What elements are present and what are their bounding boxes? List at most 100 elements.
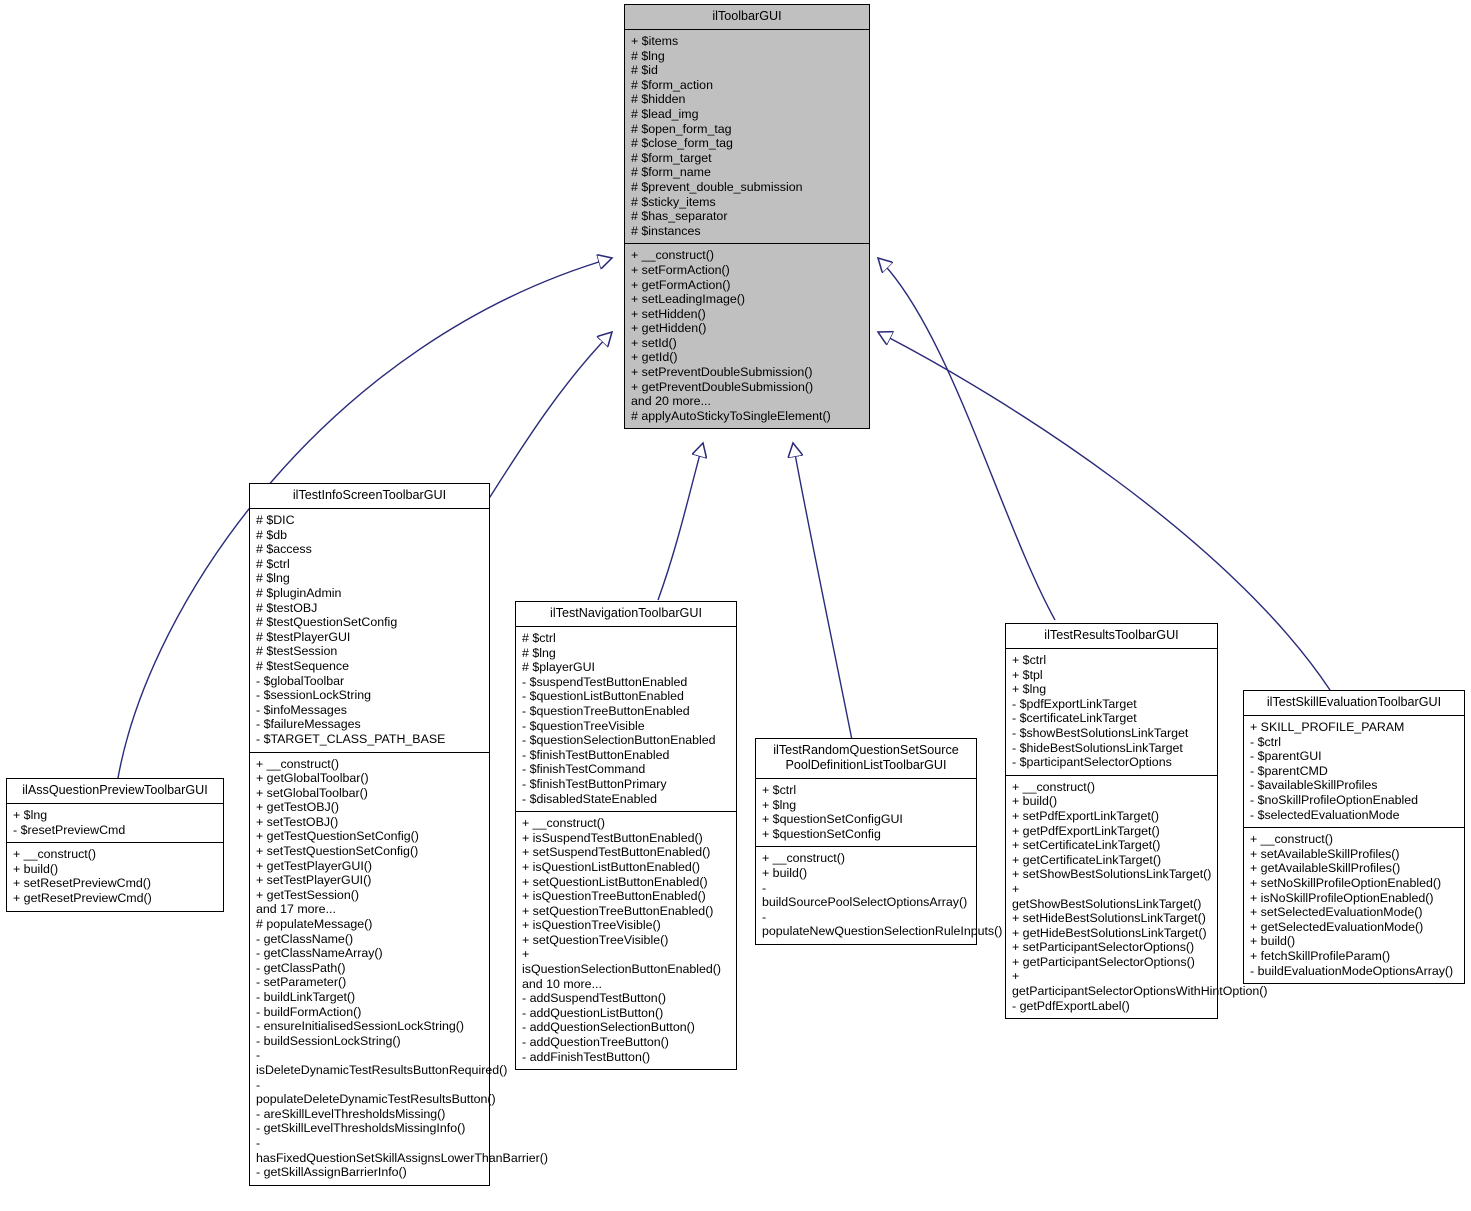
uml-diagram-canvas: ilToolbarGUI + $items # $lng # $id # $form_…	[0, 0, 1471, 1211]
class-box-iltestskillevaluationtoolbargui[interactable]: ilTestSkillEvaluationToolbarGUI + SKILL_…	[1243, 690, 1465, 985]
class-member: # $testSession	[256, 644, 338, 659]
class-member: + __construct()	[762, 851, 845, 866]
class-member: # $lead_img	[631, 106, 699, 121]
class-member: + setHideBestSolutionsLinkTarget()	[1012, 911, 1206, 926]
class-box-iltestinfoscreentoolbargui[interactable]: ilTestInfoScreenToolbarGUI # $DIC # $db # …	[249, 483, 548, 1186]
class-member: + setFormAction()	[631, 262, 730, 277]
class-member: + setCertificateLinkTarget()	[1012, 838, 1161, 853]
class-member: + getShowBestSolutionsLinkTarget()	[1012, 881, 1202, 911]
class-member: + getHideBestSolutionsLinkTarget()	[1012, 925, 1207, 940]
class-box-ilassquestionpreviewtoolbargui[interactable]: ilAssQuestionPreviewToolbarGUI + $lng - $…	[6, 778, 224, 912]
class-title: ilTestRandomQuestionSetSource PoolDefini…	[756, 739, 976, 779]
class-member: + getPreventDoubleSubmission()	[631, 379, 814, 394]
class-member: + setPreventDoubleSubmission()	[631, 365, 813, 380]
attribute-list: + SKILL_PROFILE_PARAM - $ctrl - $parentGUI…	[1250, 720, 1459, 822]
method-list: + __construct() + setAvailableSkillProfil…	[1250, 832, 1459, 978]
class-member: - areSkillLevelThresholdsMissing()	[256, 1106, 446, 1121]
attribute-list: + $lng - $resetPreviewCmd	[13, 808, 218, 837]
class-member: - $pdfExportLinkTarget	[1012, 696, 1137, 711]
class-member: + $questionSetConfig	[762, 826, 881, 841]
class-box-iltestnavigationtoolbargui[interactable]: ilTestNavigationToolbarGUI # $ctrl # $lng…	[515, 601, 737, 1071]
method-list: + __construct() + build() - buildSourcePoo…	[762, 851, 1002, 939]
class-member: - $showBestSolutionsLinkTarget	[1012, 725, 1189, 740]
class-member: and 17 more...	[256, 902, 336, 917]
class-member: # $sticky_items	[631, 194, 716, 209]
class-member: # $open_form_tag	[631, 121, 732, 136]
class-member: + build()	[13, 861, 59, 876]
class-member: - $availableSkillProfiles	[1250, 778, 1378, 793]
class-member: + setQuestionTreeVisible()	[522, 932, 669, 947]
class-member: - setParameter()	[256, 975, 347, 990]
class-member: + $lng	[1012, 682, 1047, 697]
class-member: # $DIC	[256, 513, 295, 527]
class-member: # $form_name	[631, 165, 711, 180]
class-member: # $prevent_double_submission	[631, 179, 803, 194]
class-member: # applyAutoStickyToSingleElement()	[631, 408, 831, 423]
class-member: + setGlobalToolbar()	[256, 785, 368, 800]
class-member: + setResetPreviewCmd()	[13, 876, 152, 891]
class-member: # $form_target	[631, 150, 712, 165]
class-title: ilAssQuestionPreviewToolbarGUI	[7, 779, 223, 804]
class-member: + isQuestionListButtonEnabled()	[522, 859, 701, 874]
class-member: + isQuestionTreeVisible()	[522, 918, 661, 933]
class-member: - $participantSelectorOptions	[1012, 755, 1172, 770]
class-member: + getHidden()	[631, 321, 707, 336]
class-member: - $questionTreeVisible	[522, 718, 645, 733]
class-member: + setQuestionListButtonEnabled()	[522, 874, 708, 889]
class-member: + getFormAction()	[631, 277, 731, 292]
class-member: - $questionListButtonEnabled	[522, 689, 684, 704]
class-attributes: + $ctrl + $tpl + $lng - $pdfExportLinkTarge…	[1006, 649, 1217, 776]
class-member: + setLeadingImage()	[631, 292, 745, 307]
class-attributes: + $items # $lng # $id # $form_action # $hidd…	[625, 30, 869, 245]
class-member: - $resetPreviewCmd	[13, 822, 126, 837]
class-methods: + __construct() + build() - buildSourcePoo…	[756, 847, 1002, 944]
class-member: - $parentGUI	[1250, 749, 1322, 764]
class-member: + getGlobalToolbar()	[256, 771, 369, 786]
class-member: - addFinishTestButton()	[522, 1049, 651, 1064]
class-member: - $hideBestSolutionsLinkTarget	[1012, 740, 1183, 755]
class-member: # $instances	[631, 223, 701, 238]
class-member: - $certificateLinkTarget	[1012, 711, 1137, 726]
class-member: + setQuestionTreeButtonEnabled()	[522, 903, 714, 918]
class-member: + $ctrl	[762, 783, 797, 797]
class-member: + setHidden()	[631, 306, 706, 321]
class-member: - buildEvaluationModeOptionsArray()	[1250, 963, 1454, 978]
class-member: - buildSourcePoolSelectOptionsArray()	[762, 880, 968, 910]
class-member: # $db	[256, 527, 288, 542]
class-box-iltestresultstoolbargui[interactable]: ilTestResultsToolbarGUI + $ctrl + $tpl + $…	[1005, 623, 1268, 1020]
class-member: + __construct()	[13, 847, 96, 862]
class-methods: + __construct() + setFormAction() + getFor…	[625, 244, 869, 428]
class-member: - $noSkillProfileOptionEnabled	[1250, 792, 1419, 807]
class-member: + setNoSkillProfileOptionEnabled()	[1250, 875, 1442, 890]
class-member: # $lng	[631, 48, 665, 63]
class-member: - addQuestionListButton()	[522, 1005, 664, 1020]
class-box-iltestrandomquestionsetsourcepooldefinitionlisttoolbargui[interactable]: ilTestRandomQuestionSetSource PoolDefini…	[755, 738, 1002, 945]
class-member: # $playerGUI	[522, 660, 596, 675]
class-member: # $form_action	[631, 77, 713, 92]
class-member: - addQuestionTreeButton()	[522, 1035, 669, 1050]
class-member: - getClassPath()	[256, 960, 346, 975]
method-list: + __construct() + build() + setPdfExportLi…	[1012, 779, 1268, 1014]
class-member: + __construct()	[1012, 779, 1095, 794]
class-member: + setAvailableSkillProfiles()	[1250, 846, 1400, 861]
class-member: # populateMessage()	[256, 917, 373, 932]
edge-infoscreen-to-toolbar	[487, 332, 612, 501]
class-member: # $lng	[522, 645, 556, 660]
class-member: - addSuspendTestButton()	[522, 991, 666, 1006]
class-member: + getSelectedEvaluationMode()	[1250, 919, 1424, 934]
class-member: - $parentCMD	[1250, 763, 1328, 778]
class-methods: + __construct() + build() + setResetPrevie…	[7, 843, 223, 910]
class-attributes: # $DIC # $db # $access # $ctrl # $lng # $plug…	[250, 509, 489, 753]
class-member: + __construct()	[522, 816, 605, 831]
class-title: ilTestResultsToolbarGUI	[1006, 624, 1217, 649]
method-list: + __construct() + setFormAction() + getFor…	[631, 248, 864, 423]
class-methods: + __construct() + build() + setPdfExportLi…	[1006, 776, 1268, 1019]
class-member: + isSuspendTestButtonEnabled()	[522, 830, 703, 845]
class-member: - $ctrl	[1250, 734, 1281, 749]
class-member: # $hidden	[631, 92, 686, 107]
class-member: + getTestPlayerGUI()	[256, 858, 373, 873]
class-box-iltoolbargui[interactable]: ilToolbarGUI + $items # $lng # $id # $form_…	[624, 4, 870, 430]
attribute-list: + $ctrl + $tpl + $lng - $pdfExportLinkTarge…	[1012, 653, 1212, 770]
class-member: - ensureInitialisedSessionLockString()	[256, 1019, 464, 1034]
class-member: # $close_form_tag	[631, 136, 733, 151]
